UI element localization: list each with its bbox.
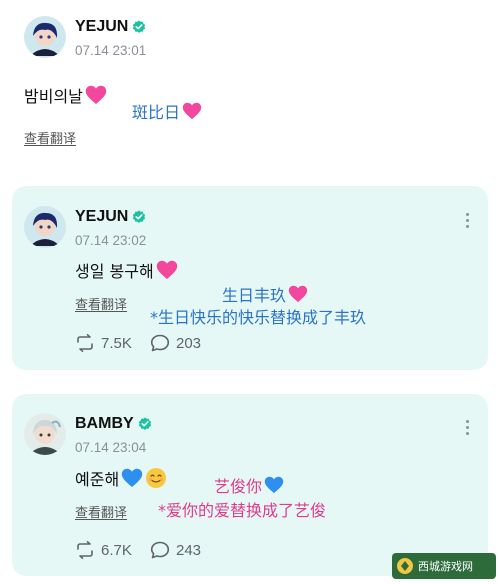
- translation-annotation: 斑比日: [132, 99, 202, 123]
- avatar[interactable]: [24, 206, 66, 248]
- post-time: 07.14 23:01: [75, 43, 147, 58]
- translation-annotation: 生日丰玖: [222, 282, 308, 306]
- post-text-content: 생일 봉구해: [75, 262, 154, 281]
- watermark-logo-icon: [397, 558, 413, 574]
- post-text-content: 밤비의날: [24, 87, 83, 106]
- translate-link[interactable]: 查看翻译: [75, 294, 127, 313]
- author-name[interactable]: BAMBY: [75, 415, 134, 433]
- avatar[interactable]: [24, 413, 66, 455]
- pink-heart-icon: [156, 260, 177, 279]
- translation-note: *爱你的爱替换成了艺俊: [158, 497, 326, 521]
- annotation-text: 生日丰玖: [222, 286, 287, 305]
- smiling-face-icon: [146, 468, 167, 488]
- verified-badge-icon: [133, 20, 146, 33]
- more-options-icon[interactable]: [464, 213, 470, 228]
- author-row: YEJUN: [75, 208, 146, 226]
- post-text-content: 예준해: [75, 470, 120, 489]
- site-watermark: 西城游戏网: [392, 553, 496, 579]
- author-name[interactable]: YEJUN: [75, 18, 128, 36]
- post-time: 07.14 23:02: [75, 233, 147, 248]
- post-text: 생일 봉구해: [75, 258, 178, 282]
- post-text: 예준해: [75, 466, 167, 490]
- more-options-icon[interactable]: [464, 420, 470, 435]
- annotation-note: *生日快乐的快乐替换成了丰玖: [150, 308, 367, 327]
- author-row: YEJUN: [75, 18, 146, 36]
- blue-heart-icon: [264, 476, 284, 494]
- watermark-text: 西城游戏网: [418, 560, 473, 573]
- repost-icon: [77, 541, 93, 559]
- blue-heart-icon: [121, 468, 143, 487]
- verified-badge-icon: [138, 417, 151, 430]
- verified-badge-icon: [133, 210, 146, 223]
- translation-note: *生日快乐的快乐替换成了丰玖: [150, 304, 366, 328]
- annotation-note: *爱你的爱替换成了艺俊: [158, 501, 327, 520]
- pink-heart-icon: [85, 85, 107, 104]
- repost-icon: [77, 334, 93, 352]
- comment-icon: [150, 541, 170, 559]
- avatar[interactable]: [24, 16, 66, 58]
- annotation-text: 艺俊你: [214, 477, 263, 496]
- comment-count[interactable]: 243: [150, 541, 201, 559]
- post-text: 밤비의날: [24, 83, 107, 107]
- post-time: 07.14 23:04: [75, 440, 147, 455]
- repost-count-value: 7.5K: [101, 334, 132, 352]
- annotation-text: 斑比日: [132, 103, 181, 122]
- translation-annotation: 艺俊你: [214, 473, 284, 497]
- pink-heart-icon: [288, 285, 308, 303]
- repost-count-value: 6.7K: [101, 541, 132, 559]
- repost-count[interactable]: 7.5K: [75, 334, 132, 352]
- comment-count[interactable]: 203: [150, 334, 201, 352]
- translate-link[interactable]: 查看翻译: [24, 128, 76, 147]
- comment-count-value: 203: [176, 334, 202, 352]
- comment-count-value: 243: [176, 541, 202, 559]
- comment-icon: [150, 334, 170, 352]
- author-row: BAMBY: [75, 415, 152, 433]
- pink-heart-icon: [182, 102, 202, 120]
- translate-link[interactable]: 查看翻译: [75, 502, 127, 521]
- repost-count[interactable]: 6.7K: [75, 541, 132, 559]
- author-name[interactable]: YEJUN: [75, 208, 128, 226]
